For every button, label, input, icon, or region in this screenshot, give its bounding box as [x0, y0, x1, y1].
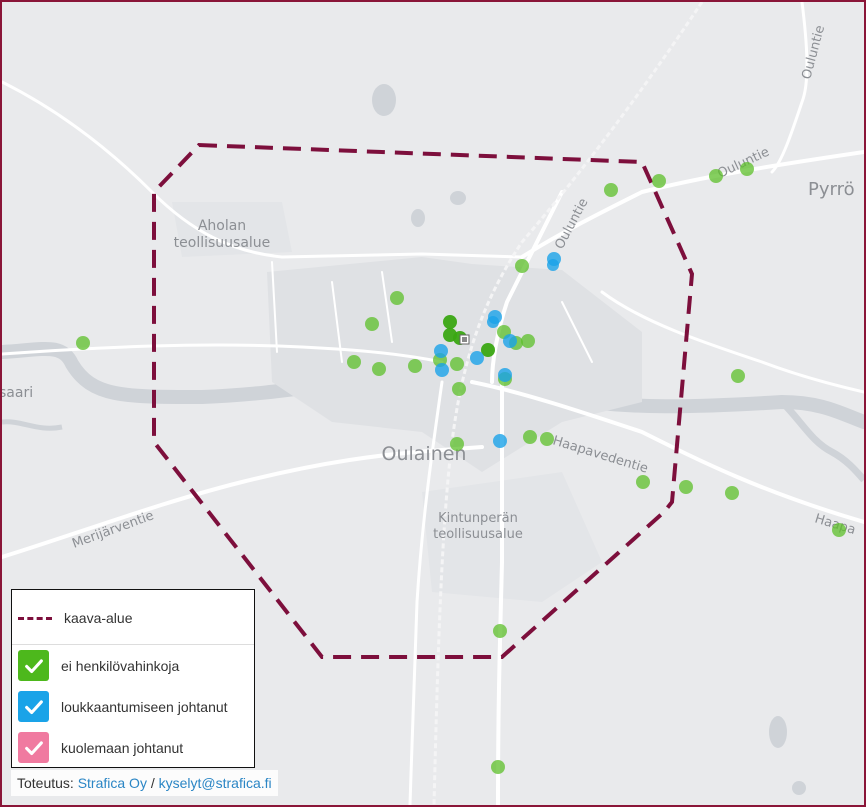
legend-item-no-injury[interactable]: ei henkilövahinkoja	[18, 650, 179, 681]
accident-marker	[452, 382, 466, 396]
accident-marker	[347, 355, 361, 369]
accident-marker	[372, 362, 386, 376]
place-label-aholan: Aholan	[198, 218, 246, 234]
legend-label: ei henkilövahinkoja	[61, 657, 180, 674]
credits-separator: /	[146, 775, 159, 791]
accident-marker	[652, 174, 666, 188]
accident-marker	[731, 369, 745, 383]
accident-marker	[450, 437, 464, 451]
map-frame: Aholan teollisuusalue saari Oulainen Kin…	[0, 0, 866, 807]
accident-marker	[470, 351, 484, 365]
accident-marker	[604, 183, 618, 197]
accident-marker	[515, 259, 529, 273]
accident-marker	[434, 344, 448, 358]
road-label-haapavedentie: Haapavedentie	[551, 433, 650, 476]
accident-marker	[390, 291, 404, 305]
legend-label: loukkaantumiseen johtanut	[61, 698, 228, 715]
credits-prefix: Toteutus:	[17, 775, 78, 791]
place-label-aholan-sub: teollisuusalue	[174, 235, 271, 251]
place-label-saari: saari	[2, 385, 33, 401]
dashed-line-icon	[18, 616, 52, 620]
accident-marker	[521, 334, 535, 348]
accident-marker	[487, 316, 499, 328]
accident-marker	[408, 359, 422, 373]
accident-marker	[636, 475, 650, 489]
legend-label: kaava-alue	[64, 610, 133, 626]
accident-marker	[435, 363, 449, 377]
check-icon[interactable]	[18, 650, 49, 681]
accident-marker	[76, 336, 90, 350]
accident-marker	[493, 624, 507, 638]
legend-label: kuolemaan johtanut	[61, 739, 184, 756]
legend-item-boundary: kaava-alue	[18, 610, 133, 626]
road-label-ouluntie-center: Ouluntie	[552, 196, 591, 252]
accident-marker	[832, 523, 846, 537]
map-legend: kaava-alue ei henkilövahinkoja loukkaant…	[11, 589, 255, 768]
place-label-kintunpera: Kintunperän	[438, 511, 518, 526]
accident-marker	[493, 434, 507, 448]
urban-area	[172, 202, 642, 602]
place-label-pyrro: Pyrrö	[808, 179, 855, 200]
legend-item-injury[interactable]: loukkaantumiseen johtanut	[18, 691, 228, 722]
accident-marker	[498, 368, 512, 382]
accident-marker	[725, 486, 739, 500]
accident-marker	[443, 315, 457, 329]
accident-marker	[547, 259, 559, 271]
check-icon[interactable]	[18, 691, 49, 722]
accident-marker	[740, 162, 754, 176]
accident-marker	[540, 432, 554, 446]
place-label-kintunpera-sub: teollisuusalue	[433, 527, 523, 542]
credits-email-link[interactable]: kyselyt@strafica.fi	[159, 775, 272, 791]
check-icon[interactable]	[18, 732, 49, 763]
legend-item-fatal[interactable]: kuolemaan johtanut	[18, 732, 183, 763]
accident-marker	[503, 334, 517, 348]
credits-company-link[interactable]: Strafica Oy	[78, 775, 147, 791]
accident-marker	[523, 430, 537, 444]
map-credits: Toteutus: Strafica Oy / kyselyt@strafica…	[11, 770, 278, 796]
town-center-icon	[459, 334, 470, 345]
accident-marker	[709, 169, 723, 183]
legend-divider	[12, 644, 254, 645]
accident-marker	[679, 480, 693, 494]
accident-marker	[450, 357, 464, 371]
accident-marker	[365, 317, 379, 331]
road-label-ouluntie-top: Ouluntie	[799, 24, 828, 81]
accident-marker	[491, 760, 505, 774]
